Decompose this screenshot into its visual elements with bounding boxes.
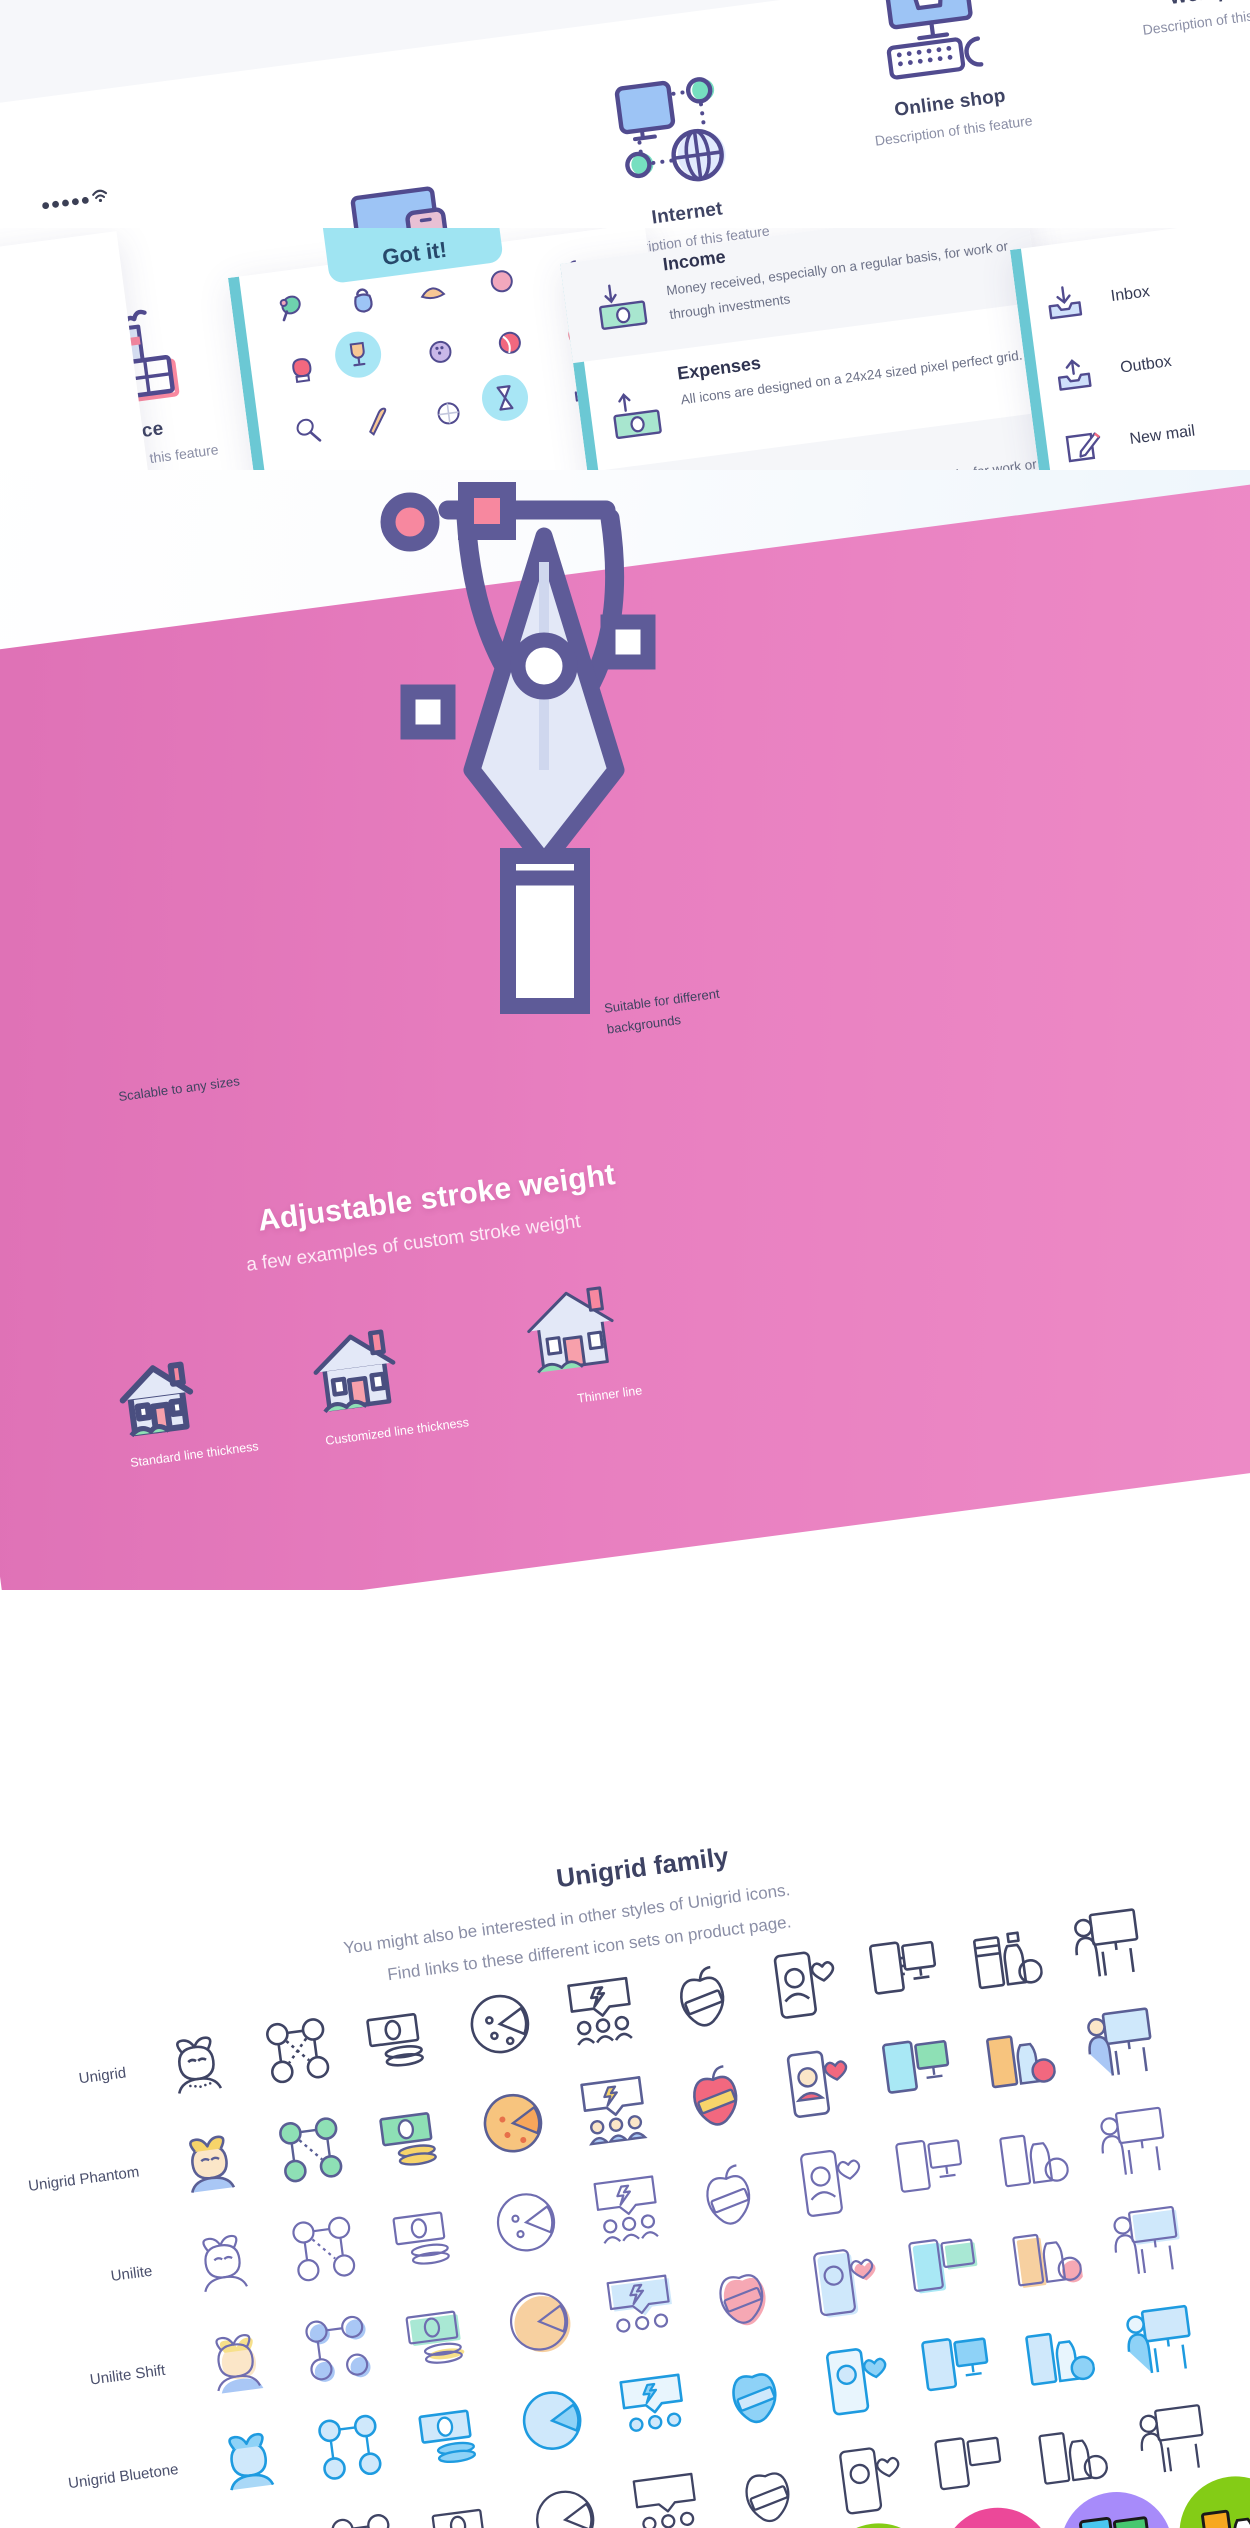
pizza-slice-icon[interactable] (486, 2269, 591, 2374)
pizza-slice-icon[interactable] (473, 2170, 578, 2275)
row-label: Unilite Shift (88, 2361, 167, 2389)
apple-measure-icon[interactable] (649, 1945, 754, 2050)
money-stack-icon[interactable] (398, 2381, 503, 2486)
net-icon[interactable] (410, 378, 487, 449)
phone-heart-icon[interactable] (803, 2328, 908, 2433)
groceries-icon[interactable] (966, 2004, 1071, 2109)
phone-heart-icon[interactable] (816, 2427, 921, 2528)
team-chat-icon[interactable] (614, 2454, 719, 2528)
phone-heart-icon[interactable] (790, 2229, 895, 2334)
row-label: Unigrid (77, 2063, 128, 2088)
row-label: Unilite (109, 2262, 154, 2285)
outbox-icon (1051, 353, 1098, 396)
girl-avatar-icon[interactable] (157, 2110, 262, 2215)
presenter-icon[interactable] (1067, 1991, 1172, 2096)
apple-measure-icon[interactable] (715, 2440, 820, 2528)
presenter-icon[interactable] (1106, 2288, 1211, 2393)
inbox-icon (1041, 282, 1088, 325)
groceries-icon[interactable] (1005, 2301, 1110, 2406)
feature-card-online-shop[interactable]: Online shop Description of this feature (806, 0, 1079, 155)
trophy-icon-highlight[interactable] (332, 328, 384, 381)
phone-heart-icon[interactable] (751, 1931, 856, 2036)
groceries-icon[interactable] (953, 1905, 1058, 2010)
network-users-icon[interactable] (310, 2494, 415, 2528)
compose-mail-icon (1060, 425, 1107, 468)
girl-avatar-icon[interactable] (144, 2011, 249, 2116)
banknote-up-icon (601, 366, 673, 469)
stroke-sample-standard: Standard line thickness (111, 1341, 264, 1470)
pizza-slice-icon[interactable] (499, 2368, 604, 2473)
screen-sync-icon[interactable] (852, 1918, 957, 2023)
pizza-slice-icon[interactable] (447, 1971, 552, 2076)
apple-measure-icon[interactable] (702, 2341, 807, 2446)
banknote-down-icon (586, 257, 658, 360)
phone-heart-icon[interactable] (777, 2130, 882, 2235)
list-item-label: New mail (1128, 422, 1197, 448)
team-chat-icon[interactable] (601, 2355, 706, 2460)
presenter-icon[interactable] (1093, 2189, 1198, 2294)
list-item-label: Inbox (1109, 283, 1151, 306)
apple-measure-icon[interactable] (676, 2143, 781, 2248)
presenter-icon[interactable] (1054, 1891, 1159, 1996)
apple-measure-icon[interactable] (689, 2242, 794, 2347)
network-users-icon[interactable] (258, 2097, 363, 2202)
team-chat-icon[interactable] (587, 2255, 692, 2360)
screen-sync-icon[interactable] (865, 2017, 970, 2122)
presenter-icon[interactable] (1119, 2387, 1224, 2492)
network-users-icon[interactable] (297, 2395, 402, 2500)
money-stack-icon[interactable] (411, 2480, 516, 2528)
family-tilted-canvas: Unigrid family You might also be interes… (0, 1590, 1250, 2528)
pingpong-icon[interactable] (255, 273, 332, 344)
money-stack-icon[interactable] (372, 2183, 477, 2288)
groceries-icon[interactable] (992, 2202, 1097, 2307)
baseball-bat-icon[interactable] (340, 387, 417, 458)
family-title: Unigrid family (554, 1840, 731, 1894)
screenshot-root: 8:30 AM (0, 0, 1250, 2528)
row-label: Unigrid Phantom (27, 2163, 141, 2195)
team-chat-icon[interactable] (574, 2156, 679, 2261)
network-users-icon[interactable] (245, 1998, 350, 2103)
team-chat-icon[interactable] (548, 1958, 653, 2063)
network-users-icon[interactable] (284, 2295, 389, 2400)
unigrid-family-section: Unigrid family You might also be interes… (0, 1590, 1250, 2528)
girl-avatar-icon[interactable] (183, 2309, 288, 2414)
girl-avatar-icon[interactable] (196, 2408, 301, 2513)
groceries-icon[interactable] (979, 2103, 1084, 2208)
list-item-label: Outbox (1119, 352, 1173, 377)
network-users-icon[interactable] (271, 2196, 376, 2301)
phone-heart-icon[interactable] (764, 2031, 869, 2136)
money-stack-icon[interactable] (346, 1985, 451, 2090)
internet-network-icon (543, 44, 808, 206)
groceries-icon[interactable] (1018, 2400, 1123, 2505)
pen-stroke-section: Scalable to any sizes Suitable for diffe… (0, 470, 1250, 1595)
pizza-slice-icon[interactable] (460, 2070, 565, 2175)
signal-wifi-icon (39, 184, 111, 213)
apple-measure-icon[interactable] (662, 2044, 767, 2149)
team-chat-icon[interactable] (561, 2057, 666, 2162)
hourglass-icon-highlight[interactable] (479, 372, 531, 424)
bowling-ball-icon[interactable] (402, 317, 479, 388)
screen-sync-icon[interactable] (878, 2116, 983, 2221)
stroke-sample-customized: Customized line thickness (303, 1305, 478, 1449)
presenter-icon[interactable] (1080, 2090, 1185, 2195)
money-stack-icon[interactable] (385, 2282, 490, 2387)
screen-sync-icon[interactable] (917, 2414, 1022, 2519)
boxing-glove-icon[interactable] (263, 335, 340, 406)
volleyball-icon[interactable] (471, 307, 548, 378)
badminton-icon[interactable] (271, 396, 348, 467)
screen-sync-icon[interactable] (891, 2216, 996, 2321)
screen-sync-icon[interactable] (904, 2315, 1009, 2420)
flat-circle-cell[interactable] (1172, 2469, 1250, 2528)
row-label: Unigrid Bluetone (67, 2460, 180, 2492)
stroke-sample-thinner: Thinner line (514, 1260, 690, 1412)
feature-card-workplace[interactable]: Workplace Description of this feature (1074, 0, 1250, 44)
girl-avatar-icon[interactable] (170, 2210, 275, 2315)
pizza-slice-icon[interactable] (512, 2467, 617, 2528)
money-stack-icon[interactable] (359, 2084, 464, 2189)
pen-tool-illustration (348, 470, 768, 1030)
